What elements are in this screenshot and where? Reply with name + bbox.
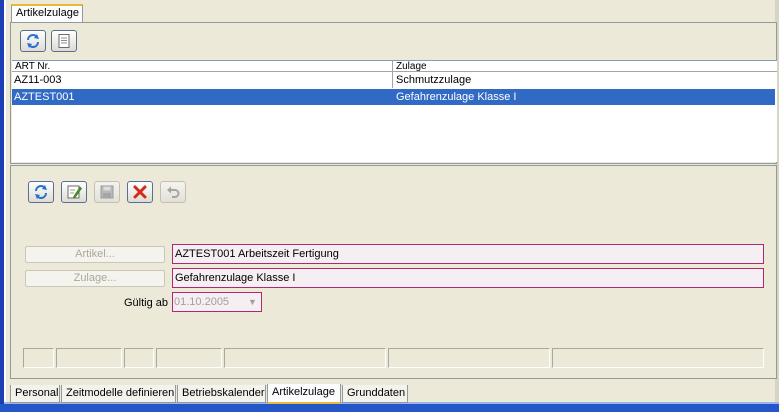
tab-artikelzulage-top[interactable]: Artikelzulage [11, 4, 83, 22]
window-frame-bottom [0, 404, 779, 412]
refresh-icon [33, 184, 49, 200]
status-cell [552, 348, 764, 368]
window-frame-left-highlight [4, 0, 6, 412]
edit-icon [66, 184, 82, 200]
document-icon [56, 33, 72, 49]
tab-grunddaten[interactable]: Grunddaten [342, 385, 408, 403]
save-button[interactable] [94, 181, 120, 203]
gueltig-ab-value: 01.10.2005 [174, 296, 230, 308]
tab-zeitmodelle-definieren[interactable]: Zeitmodelle definieren [61, 385, 176, 403]
zulage-field[interactable]: Gefahrenzulage Klasse I [172, 268, 764, 288]
table-row-selected[interactable]: AZTEST001 Gefahrenzulage Klasse I [12, 89, 775, 105]
save-icon [99, 184, 115, 200]
tab-artikelzulage[interactable]: Artikelzulage [267, 384, 341, 404]
cell-art-nr: AZTEST001 [14, 91, 75, 103]
status-cell [156, 348, 222, 368]
status-cell [224, 348, 386, 368]
artikel-field[interactable]: AZTEST001 Arbeitszeit Fertigung [172, 244, 764, 264]
refresh-icon [25, 33, 41, 49]
column-header-art-nr[interactable]: ART Nr. [12, 61, 393, 72]
cell-art-nr: AZ11-003 [14, 74, 62, 86]
undo-button[interactable] [160, 181, 186, 203]
gueltig-ab-date-picker[interactable]: 01.10.2005 ▼ [172, 292, 262, 312]
undo-icon [165, 184, 181, 200]
table-row[interactable]: AZ11-003 Schmutzzulage [12, 72, 775, 88]
delete-icon [132, 184, 148, 200]
delete-button[interactable] [127, 181, 153, 203]
list-refresh-button[interactable] [20, 30, 46, 52]
column-header-zulage[interactable]: Zulage [393, 61, 777, 72]
artikel-lookup-button[interactable]: Artikel... [25, 246, 165, 263]
cell-zulage: Schmutzzulage [396, 74, 472, 86]
column-divider [392, 72, 393, 88]
zulage-table: ART Nr. Zulage AZ11-003 Schmutzzulage AZ… [12, 60, 777, 162]
zulage-lookup-button[interactable]: Zulage... [25, 270, 165, 287]
tab-betriebskalender[interactable]: Betriebskalender [177, 385, 266, 403]
tab-personal[interactable]: Personal [10, 385, 60, 403]
status-cell [23, 348, 54, 368]
cell-zulage: Gefahrenzulage Klasse I [396, 91, 517, 103]
chevron-down-icon[interactable]: ▼ [246, 296, 259, 308]
status-cell [124, 348, 154, 368]
table-header: ART Nr. Zulage [12, 61, 777, 72]
status-cell [56, 348, 122, 368]
edit-button[interactable] [61, 181, 87, 203]
gueltig-ab-label: Gültig ab [123, 297, 168, 309]
detail-refresh-button[interactable] [28, 181, 54, 203]
list-document-button[interactable] [51, 30, 77, 52]
status-cell [388, 348, 550, 368]
